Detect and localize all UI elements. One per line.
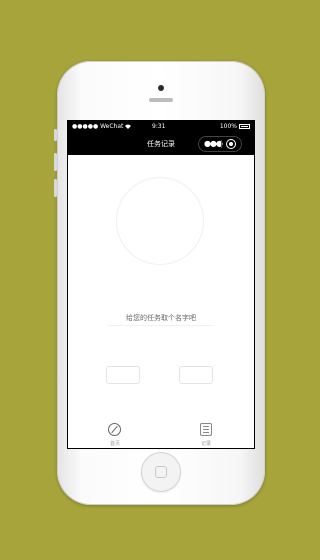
compass-icon	[108, 423, 121, 436]
tab-records-label: 记录	[200, 441, 211, 447]
volume-up-button	[54, 153, 57, 171]
tab-bar: 首页 记录	[68, 421, 254, 448]
right-button[interactable]	[179, 366, 213, 384]
status-bar: ●●●●● WeChat 9:31 100%	[68, 121, 254, 133]
target-icon[interactable]	[226, 139, 236, 149]
task-name-input[interactable]	[108, 311, 214, 326]
wifi-icon	[125, 124, 132, 129]
mute-switch	[54, 129, 57, 141]
left-button[interactable]	[106, 366, 140, 384]
tab-home[interactable]: 首页	[95, 421, 135, 448]
tab-records[interactable]: 记录	[186, 421, 226, 448]
volume-down-button	[54, 179, 57, 197]
menu-capsule: ●●●	[198, 136, 242, 152]
tab-home-label: 首页	[109, 441, 120, 447]
nav-bar: 任务记录 ●●●	[68, 133, 254, 155]
front-camera	[158, 85, 164, 91]
status-time: 9:31	[152, 123, 166, 130]
task-circle[interactable]	[116, 177, 204, 265]
list-icon	[200, 423, 212, 436]
capsule-divider	[221, 140, 222, 148]
phone-frame: ●●●●● WeChat 9:31 100% 任务记录 ●●● 给您的任务取个名…	[54, 61, 265, 505]
status-battery: 100%	[220, 123, 250, 130]
battery-percent: 100%	[219, 123, 237, 130]
home-square-icon	[155, 466, 167, 478]
carrier-label: ●●●●● WeChat	[72, 123, 124, 130]
screen: ●●●●● WeChat 9:31 100% 任务记录 ●●● 给您的任务取个名…	[67, 120, 255, 449]
more-dots-icon[interactable]: ●●●	[204, 139, 223, 149]
home-button[interactable]	[141, 452, 181, 492]
status-carrier: ●●●●● WeChat	[72, 123, 132, 130]
battery-icon	[239, 124, 250, 129]
earpiece-speaker	[149, 98, 173, 102]
